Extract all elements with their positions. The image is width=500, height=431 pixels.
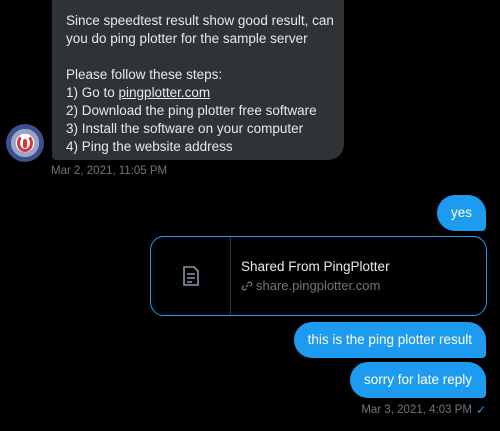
pingplotter-link[interactable]: pingplotter.com — [119, 85, 211, 100]
incoming-message-bubble: Since speedtest result show good result,… — [52, 0, 344, 160]
card-url: share.pingplotter.com — [241, 278, 390, 293]
card-title: Shared From PingPlotter — [241, 259, 390, 274]
link-icon — [241, 280, 253, 291]
incoming-timestamp: Mar 2, 2021, 11:05 PM — [51, 165, 168, 177]
card-body: Shared From PingPlotter share.pingplotte… — [231, 237, 390, 315]
outgoing-timestamp-text: Mar 3, 2021, 4:03 PM — [361, 404, 472, 416]
link-preview-card[interactable]: Shared From PingPlotter share.pingplotte… — [150, 236, 487, 316]
outgoing-message-result: this is the ping plotter result — [293, 322, 486, 358]
check-icon: ✓ — [475, 403, 486, 417]
card-thumbnail — [151, 237, 231, 315]
card-url-text: share.pingplotter.com — [256, 278, 381, 293]
message-line: 4) Ping the website address — [66, 139, 233, 154]
message-line: 1) Go to pingplotter.com — [66, 84, 330, 102]
outgoing-message-sorry: sorry for late reply — [349, 362, 486, 398]
message-line-prefix: 1) Go to — [66, 85, 119, 100]
avatar-glyph-dot — [23, 139, 27, 148]
avatar-icon[interactable] — [6, 124, 44, 162]
document-icon — [182, 266, 199, 286]
outgoing-timestamp: Mar 3, 2021, 4:03 PM ✓ — [361, 404, 486, 416]
message-line: 3) Install the software on your computer — [66, 121, 304, 136]
message-line: 2) Download the ping plotter free softwa… — [66, 103, 317, 118]
message-line: Since speedtest result show good result,… — [66, 13, 334, 28]
outgoing-message-yes: yes — [436, 195, 486, 231]
message-line: Please follow these steps: — [66, 67, 223, 82]
message-line: you do ping plotter for the sample serve… — [66, 31, 308, 46]
